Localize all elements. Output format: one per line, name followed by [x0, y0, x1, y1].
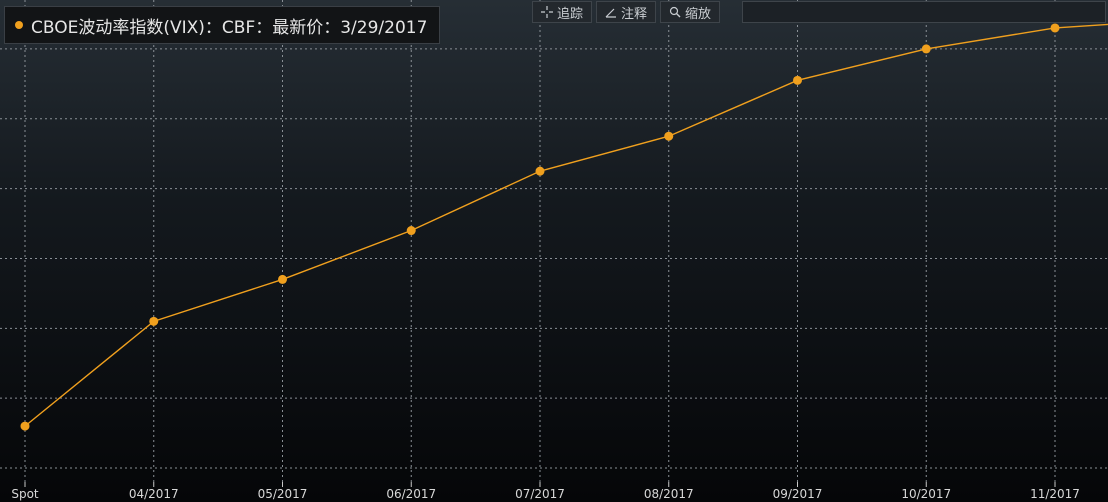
data-point — [406, 226, 416, 236]
x-tick-label: 07/2017 — [515, 487, 565, 501]
legend-marker-icon — [15, 21, 23, 29]
x-tick-label: 08/2017 — [644, 487, 694, 501]
chart-toolbar: 追踪 注释 缩放 — [532, 1, 721, 23]
data-point — [535, 166, 545, 176]
annotate-button[interactable]: 注释 — [596, 1, 657, 23]
top-strip — [742, 1, 1106, 23]
zoom-button[interactable]: 缩放 — [660, 1, 721, 23]
series-line — [20, 23, 1108, 431]
x-tick-label: 10/2017 — [901, 487, 951, 501]
data-point — [921, 44, 931, 54]
x-tick-label: Spot — [11, 487, 39, 501]
x-tick-label: 11/2017 — [1030, 487, 1080, 501]
chart-grid — [0, 0, 1108, 482]
data-point — [1050, 23, 1060, 33]
pencil-icon — [605, 8, 617, 18]
x-tick-label: 04/2017 — [129, 487, 179, 501]
x-tick-label: 09/2017 — [773, 487, 823, 501]
x-tick-label: 05/2017 — [258, 487, 308, 501]
x-axis: Spot 04/2017 05/2017 06/2017 07/2017 08/2017 0… — [11, 482, 1080, 501]
zoom-button-label: 缩放 — [685, 6, 712, 22]
line-chart: Spot 04/2017 05/2017 06/2017 07/2017 08/2017 0… — [0, 0, 1108, 501]
crosshair-icon — [541, 6, 553, 18]
legend-label: CBOE波动率指数(VIX)：CBF：最新价：3/29/2017 — [31, 17, 428, 38]
chart-legend: CBOE波动率指数(VIX)：CBF：最新价：3/29/2017 — [4, 6, 441, 44]
track-button-label: 追踪 — [557, 6, 584, 22]
data-point — [20, 421, 30, 431]
series-polyline — [24, 23, 1108, 427]
data-point — [664, 131, 674, 141]
x-tick-label: 06/2017 — [386, 487, 436, 501]
data-point — [149, 316, 159, 326]
magnifier-icon — [669, 6, 681, 18]
track-button[interactable]: 追踪 — [532, 1, 593, 23]
data-point — [278, 274, 287, 284]
data-point — [793, 75, 802, 85]
annotate-button-label: 注释 — [621, 6, 648, 22]
